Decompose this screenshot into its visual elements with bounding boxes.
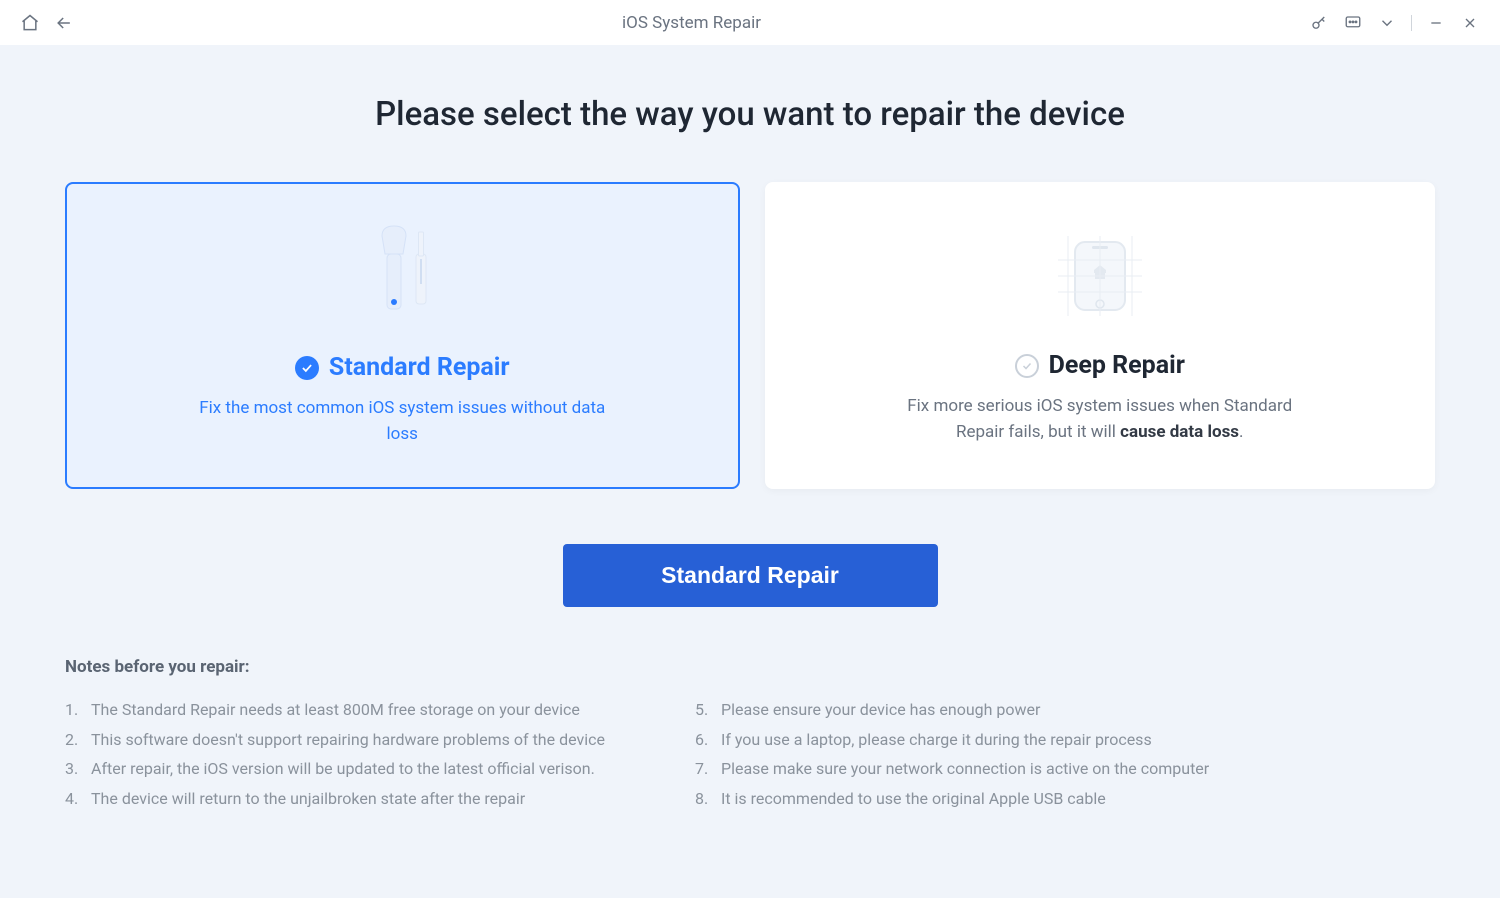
home-icon[interactable] [20, 13, 40, 33]
back-icon[interactable] [54, 13, 74, 33]
deep-repair-title: Deep Repair [1049, 351, 1185, 380]
titlebar-right [1309, 13, 1480, 33]
page-title: Please select the way you want to repair… [375, 95, 1125, 134]
deep-desc-bold: cause data loss [1120, 422, 1239, 442]
deep-repair-desc: Fix more serious iOS system issues when … [885, 394, 1315, 445]
list-item: 7.Please make sure your network connecti… [695, 754, 1209, 784]
standard-repair-desc: Fix the most common iOS system issues wi… [187, 396, 617, 447]
device-scan-icon [1040, 217, 1160, 337]
start-repair-button[interactable]: Standard Repair [563, 544, 938, 607]
titlebar-left [20, 13, 74, 33]
standard-repair-title: Standard Repair [329, 353, 510, 382]
titlebar-separator [1411, 15, 1412, 31]
titlebar: iOS System Repair [0, 0, 1500, 45]
notes-title: Notes before you repair: [65, 657, 1435, 677]
notes-left: 1.The Standard Repair needs at least 800… [65, 695, 605, 813]
window-title: iOS System Repair [74, 13, 1309, 33]
minimize-icon[interactable] [1426, 13, 1446, 33]
list-item: 4.The device will return to the unjailbr… [65, 784, 605, 814]
list-item: 8.It is recommended to use the original … [695, 784, 1209, 814]
list-item: 2.This software doesn't support repairin… [65, 725, 605, 755]
notes-section: Notes before you repair: 1.The Standard … [65, 657, 1435, 813]
list-item: 6.If you use a laptop, please charge it … [695, 725, 1209, 755]
key-icon[interactable] [1309, 13, 1329, 33]
standard-repair-title-row: Standard Repair [295, 353, 510, 382]
deep-repair-title-row: Deep Repair [1015, 351, 1185, 380]
list-item: 1.The Standard Repair needs at least 800… [65, 695, 605, 725]
notes-columns: 1.The Standard Repair needs at least 800… [65, 695, 1435, 813]
standard-repair-card[interactable]: Standard Repair Fix the most common iOS … [65, 182, 740, 489]
main-content: Please select the way you want to repair… [0, 45, 1500, 898]
chevron-down-icon[interactable] [1377, 13, 1397, 33]
list-item: 5.Please ensure your device has enough p… [695, 695, 1209, 725]
list-item: 3.After repair, the iOS version will be … [65, 754, 605, 784]
feedback-icon[interactable] [1343, 13, 1363, 33]
repair-options: Standard Repair Fix the most common iOS … [65, 182, 1435, 489]
check-filled-icon [295, 356, 319, 380]
check-outline-icon [1015, 354, 1039, 378]
close-icon[interactable] [1460, 13, 1480, 33]
deep-repair-card[interactable]: Deep Repair Fix more serious iOS system … [765, 182, 1436, 489]
notes-right: 5.Please ensure your device has enough p… [695, 695, 1209, 813]
wrench-screwdriver-icon [352, 219, 452, 339]
deep-desc-suffix: . [1239, 422, 1243, 442]
